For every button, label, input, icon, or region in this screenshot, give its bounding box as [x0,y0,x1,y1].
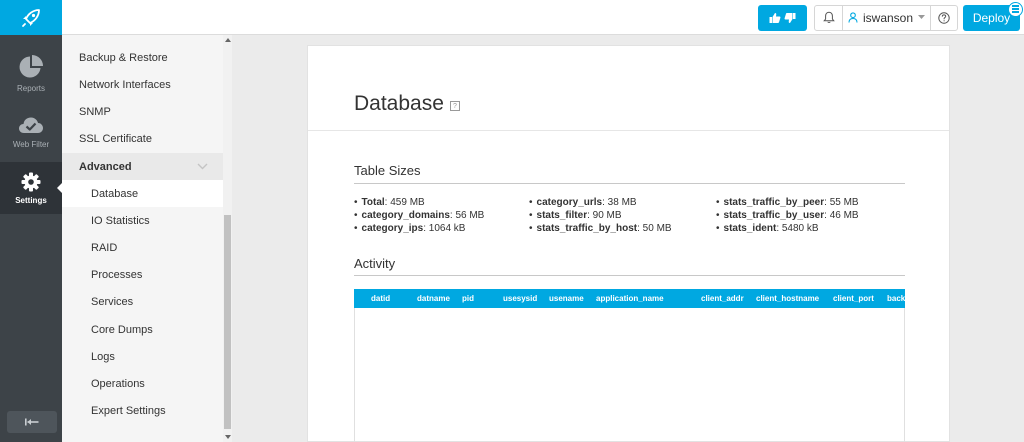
user-menu[interactable]: iswanson [843,5,931,30]
help-icon[interactable]: ? [449,101,460,111]
column-header-usename[interactable]: usename [549,294,584,303]
subnav-scrollbar[interactable] [223,35,232,442]
page-title: Database ? [354,92,460,116]
subnav-item-raid[interactable]: RAID [62,234,223,261]
subnav-item-database[interactable]: Database [62,180,223,207]
collapse-arrow-icon [25,418,39,426]
size-item: stats_filter: 90 MB [529,209,672,222]
subnav-item-operations[interactable]: Operations [62,370,223,397]
column-header-client-addr[interactable]: client_addr [701,294,744,303]
subnav-label: IO Statistics [91,214,150,227]
subnav-item-snmp[interactable]: SNMP [62,98,223,125]
size-item: stats_traffic_by_peer: 55 MB [716,196,859,209]
column-header-backend-start[interactable]: back [887,294,905,303]
nav-item-reports[interactable]: Reports [0,47,62,99]
subnav-label: Operations [91,377,145,390]
subnav-label: Database [91,187,139,200]
size-item: stats_traffic_by_host: 50 MB [529,222,672,235]
table-sizes-column-3: stats_traffic_by_peer: 55 MB stats_traff… [716,196,859,235]
subnav-item-services[interactable]: Services [62,288,223,315]
activity-heading: Activity [354,256,396,271]
collapse-nav-button[interactable] [7,411,57,433]
rocket-icon [22,8,40,27]
main-nav: Reports Web Filter Settings [0,35,63,442]
user-icon [848,12,858,23]
table-sizes-column-2: category_urls: 38 MB stats_filter: 90 MB… [529,196,672,235]
column-header-datid[interactable]: datid [371,294,390,303]
subnav-label: RAID [91,241,118,254]
nav-label-reports: Reports [16,83,45,93]
subnav-label: Network Interfaces [79,78,171,91]
nav-item-settings[interactable]: Settings [0,162,63,214]
thumbs-up-icon [769,12,781,23]
activity-table-body [354,308,905,442]
settings-subnav: Backup & Restore Network Interfaces SNMP… [62,35,223,442]
subnav-label: Services [91,295,134,308]
question-circle-icon [938,11,950,24]
gear-icon [21,172,41,191]
activity-table-header: datid datname pid usesysid usename appli… [354,289,905,308]
user-toolbar: iswanson [814,4,958,31]
size-item: category_urls: 38 MB [529,196,672,209]
subnav-item-logs[interactable]: Logs [62,343,223,370]
column-header-usesysid[interactable]: usesysid [503,294,537,303]
notifications-button[interactable] [815,5,843,30]
subnav-item-ssl-certificate[interactable]: SSL Certificate [62,125,223,152]
top-bar: iswanson Deploy [0,0,1024,35]
feedback-button[interactable] [758,4,807,31]
subnav-label: SNMP [79,105,111,118]
column-header-client-hostname[interactable]: client_hostname [756,294,819,303]
chevron-down-icon [197,163,208,170]
subnav-item-processes[interactable]: Processes [62,261,223,288]
column-header-datname[interactable]: datname [417,294,450,303]
subnav-group-advanced[interactable]: Advanced [62,153,223,180]
subnav-item-expert-settings[interactable]: Expert Settings [62,397,223,424]
divider [354,275,905,276]
subnav-label: Logs [91,350,115,363]
size-item: category_domains: 56 MB [354,209,485,222]
column-header-pid[interactable]: pid [462,294,474,303]
column-header-application-name[interactable]: application_name [596,294,664,303]
nav-label-web-filter: Web Filter [12,139,50,149]
nav-label-settings: Settings [15,195,47,205]
size-item: stats_traffic_by_user: 46 MB [716,209,859,222]
pie-chart-icon [19,54,43,77]
cloud-check-icon [19,117,43,133]
subnav-label: SSL Certificate [79,132,152,145]
deploy-button[interactable]: Deploy [963,1,1023,31]
scroll-thumb[interactable] [224,215,231,429]
divider [308,130,949,131]
caret-down-icon [918,15,926,19]
subnav-item-backup-restore[interactable]: Backup & Restore [62,44,223,71]
subnav-label: Core Dumps [91,323,153,336]
subnav-item-io-statistics[interactable]: IO Statistics [62,207,223,234]
username-label: iswanson [862,10,914,25]
size-item: stats_ident: 5480 kB [716,222,859,235]
subnav-label: Backup & Restore [79,51,168,64]
scroll-down-arrow-icon[interactable] [225,435,231,439]
app-logo[interactable] [0,0,62,35]
deploy-label: Deploy [972,10,1011,25]
subnav-group-label: Advanced [79,160,132,173]
scroll-up-arrow-icon[interactable] [225,38,231,42]
size-item: category_ips: 1064 kB [354,222,484,235]
table-sizes-heading: Table Sizes [354,163,421,178]
thumbs-down-icon [784,12,796,23]
page-title-text: Database [354,92,444,115]
divider [354,183,905,184]
bell-icon [822,11,835,23]
menu-badge-icon [1008,1,1023,17]
subnav-label: Expert Settings [91,404,166,417]
table-sizes-column-1: Total: 459 MB category_domains: 56 MB ca… [354,196,485,235]
subnav-item-core-dumps[interactable]: Core Dumps [62,316,223,343]
database-panel: Database ? Table Sizes Total: 459 MB cat… [307,45,950,442]
subnav-item-network-interfaces[interactable]: Network Interfaces [62,71,223,98]
help-button[interactable] [931,6,957,30]
column-header-client-port[interactable]: client_port [833,294,874,303]
subnav-label: Processes [91,268,143,281]
size-item: Total: 459 MB [354,196,484,209]
nav-item-web-filter[interactable]: Web Filter [0,105,62,157]
